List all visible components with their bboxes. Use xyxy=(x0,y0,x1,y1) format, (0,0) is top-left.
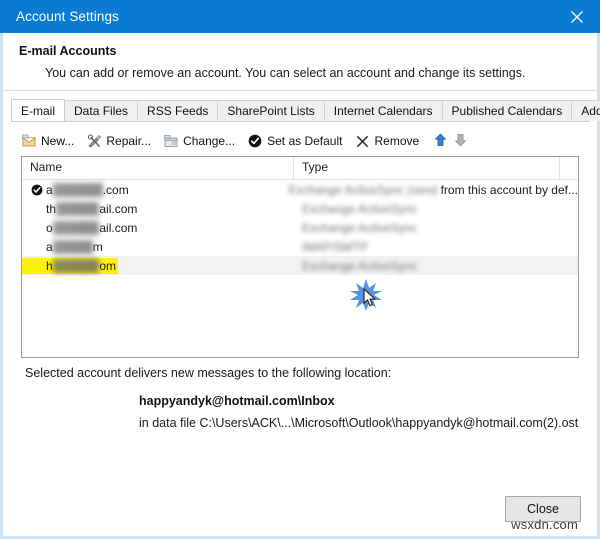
tab-internet-calendars[interactable]: Internet Calendars xyxy=(323,100,443,121)
account-type-cell: Exchange ActiveSync xyxy=(294,199,578,218)
tab-label: Address Books xyxy=(581,104,600,118)
arrow-down-icon xyxy=(454,133,467,150)
dialog-footer: Close wsxdn.com xyxy=(3,488,597,536)
account-name-redacted xyxy=(52,182,103,197)
screenshot-root: Account Settings E-mail Accounts You can… xyxy=(0,0,600,539)
table-row[interactable]: o ail.com Exchange ActiveSync xyxy=(22,218,578,237)
account-type-redacted: Exchange ActiveSync xyxy=(302,220,418,235)
tab-strip: E-mail Data Files RSS Feeds SharePoint L… xyxy=(11,99,600,121)
table-row[interactable]: a .com Exchange ActiveSync (send from th… xyxy=(22,180,578,199)
accounts-listbox[interactable]: Name Type a .com Exchange ActiveSync (se… xyxy=(21,156,579,358)
change-settings-icon xyxy=(163,133,179,149)
account-name-cell: th ail.com xyxy=(22,199,294,218)
accounts-list-header: Name Type xyxy=(22,157,578,180)
title-bar: Account Settings xyxy=(0,0,600,33)
account-name-prefix: th xyxy=(46,201,57,216)
account-name-redacted xyxy=(52,220,100,235)
move-down-button[interactable] xyxy=(451,132,469,150)
tab-label: Data Files xyxy=(74,104,129,118)
check-circle-icon xyxy=(247,133,263,149)
delivery-data-file: in data file C:\Users\ACK\...\Microsoft\… xyxy=(139,416,579,430)
dialog-body: E-mail Data Files RSS Feeds SharePoint L… xyxy=(3,91,600,536)
move-up-button[interactable] xyxy=(431,132,449,150)
new-account-button[interactable]: New... xyxy=(21,133,74,149)
account-name-cell: h om xyxy=(22,256,294,275)
account-type-cell: Exchange ActiveSync xyxy=(294,256,578,275)
set-as-default-button[interactable]: Set as Default xyxy=(247,133,342,149)
account-name-suffix: om xyxy=(99,258,117,273)
change-account-label: Change... xyxy=(183,134,236,148)
close-window-button[interactable] xyxy=(554,0,600,33)
delivery-location: happyandyk@hotmail.com\Inbox xyxy=(139,394,335,408)
arrow-up-icon xyxy=(434,133,447,150)
tab-data-files[interactable]: Data Files xyxy=(64,100,139,121)
remove-account-label: Remove xyxy=(374,134,420,148)
repair-tools-icon xyxy=(86,133,102,149)
account-name-prefix: a xyxy=(46,239,53,254)
new-account-label: New... xyxy=(41,134,75,148)
email-tab-panel: New... Repair... Change... Set as Defaul… xyxy=(11,121,589,473)
tab-label: RSS Feeds xyxy=(147,104,209,118)
remove-account-button[interactable]: Remove xyxy=(354,133,419,149)
account-type-suffix: from this account by def... xyxy=(440,182,578,197)
window-title: Account Settings xyxy=(16,9,119,24)
page-title: E-mail Accounts xyxy=(19,44,117,58)
account-type-redacted: Exchange ActiveSync (send xyxy=(288,182,438,197)
account-name-suffix: .com xyxy=(102,182,129,197)
remove-x-icon xyxy=(354,133,370,149)
tab-label: Internet Calendars xyxy=(333,104,433,118)
column-header-name[interactable]: Name xyxy=(22,157,294,179)
tab-sharepoint-lists[interactable]: SharePoint Lists xyxy=(217,100,325,121)
repair-account-label: Repair... xyxy=(106,134,152,148)
default-account-check-icon xyxy=(30,183,43,196)
tab-rss-feeds[interactable]: RSS Feeds xyxy=(137,100,219,121)
account-name-cell: o ail.com xyxy=(22,218,294,237)
delivery-caption: Selected account delivers new messages t… xyxy=(25,366,392,380)
account-type-redacted: Exchange ActiveSync xyxy=(302,258,418,273)
account-type-cell: Exchange ActiveSync (send from this acco… xyxy=(280,180,578,199)
repair-account-button[interactable]: Repair... xyxy=(86,133,151,149)
yellow-highlight-marker: h om xyxy=(22,257,119,274)
account-name-cell: a m xyxy=(22,237,294,256)
account-name-redacted xyxy=(52,239,93,254)
account-settings-window: Account Settings E-mail Accounts You can… xyxy=(0,0,600,539)
account-type-redacted: Exchange ActiveSync xyxy=(302,201,418,216)
account-name-suffix: ail.com xyxy=(99,201,138,216)
account-name-prefix: h xyxy=(46,258,53,273)
account-name-suffix: m xyxy=(92,239,103,254)
tab-label: SharePoint Lists xyxy=(227,104,315,118)
account-type-cell: Exchange ActiveSync xyxy=(294,218,578,237)
table-row[interactable]: a m IMAP/SMTP xyxy=(22,237,578,256)
accounts-toolbar: New... Repair... Change... Set as Defaul… xyxy=(11,122,589,156)
account-name-suffix: ail.com xyxy=(99,220,138,235)
tab-label: E-mail xyxy=(21,104,56,118)
table-row[interactable]: h om Exchange ActiveSync xyxy=(22,256,578,275)
account-name-prefix: a xyxy=(46,182,53,197)
account-type-cell: IMAP/SMTP xyxy=(294,237,578,256)
account-name-redacted xyxy=(56,201,100,216)
tab-published-calendars[interactable]: Published Calendars xyxy=(441,100,573,121)
tab-email[interactable]: E-mail xyxy=(11,99,66,121)
site-watermark: wsxdn.com xyxy=(511,517,578,532)
close-icon xyxy=(570,10,584,24)
account-name-redacted xyxy=(52,258,100,273)
account-type-redacted: IMAP/SMTP xyxy=(302,239,369,254)
set-as-default-label: Set as Default xyxy=(267,134,343,148)
table-row[interactable]: th ail.com Exchange ActiveSync xyxy=(22,199,578,218)
account-name-cell: a .com xyxy=(22,180,280,199)
column-header-type[interactable]: Type xyxy=(294,157,578,179)
page-description: You can add or remove an account. You ca… xyxy=(45,66,526,80)
change-account-button[interactable]: Change... xyxy=(163,133,235,149)
new-envelope-icon xyxy=(21,133,37,149)
tab-address-books[interactable]: Address Books xyxy=(571,100,600,121)
header-block: E-mail Accounts You can add or remove an… xyxy=(3,33,597,90)
account-name-prefix: o xyxy=(46,220,53,235)
tab-label: Published Calendars xyxy=(451,104,563,118)
